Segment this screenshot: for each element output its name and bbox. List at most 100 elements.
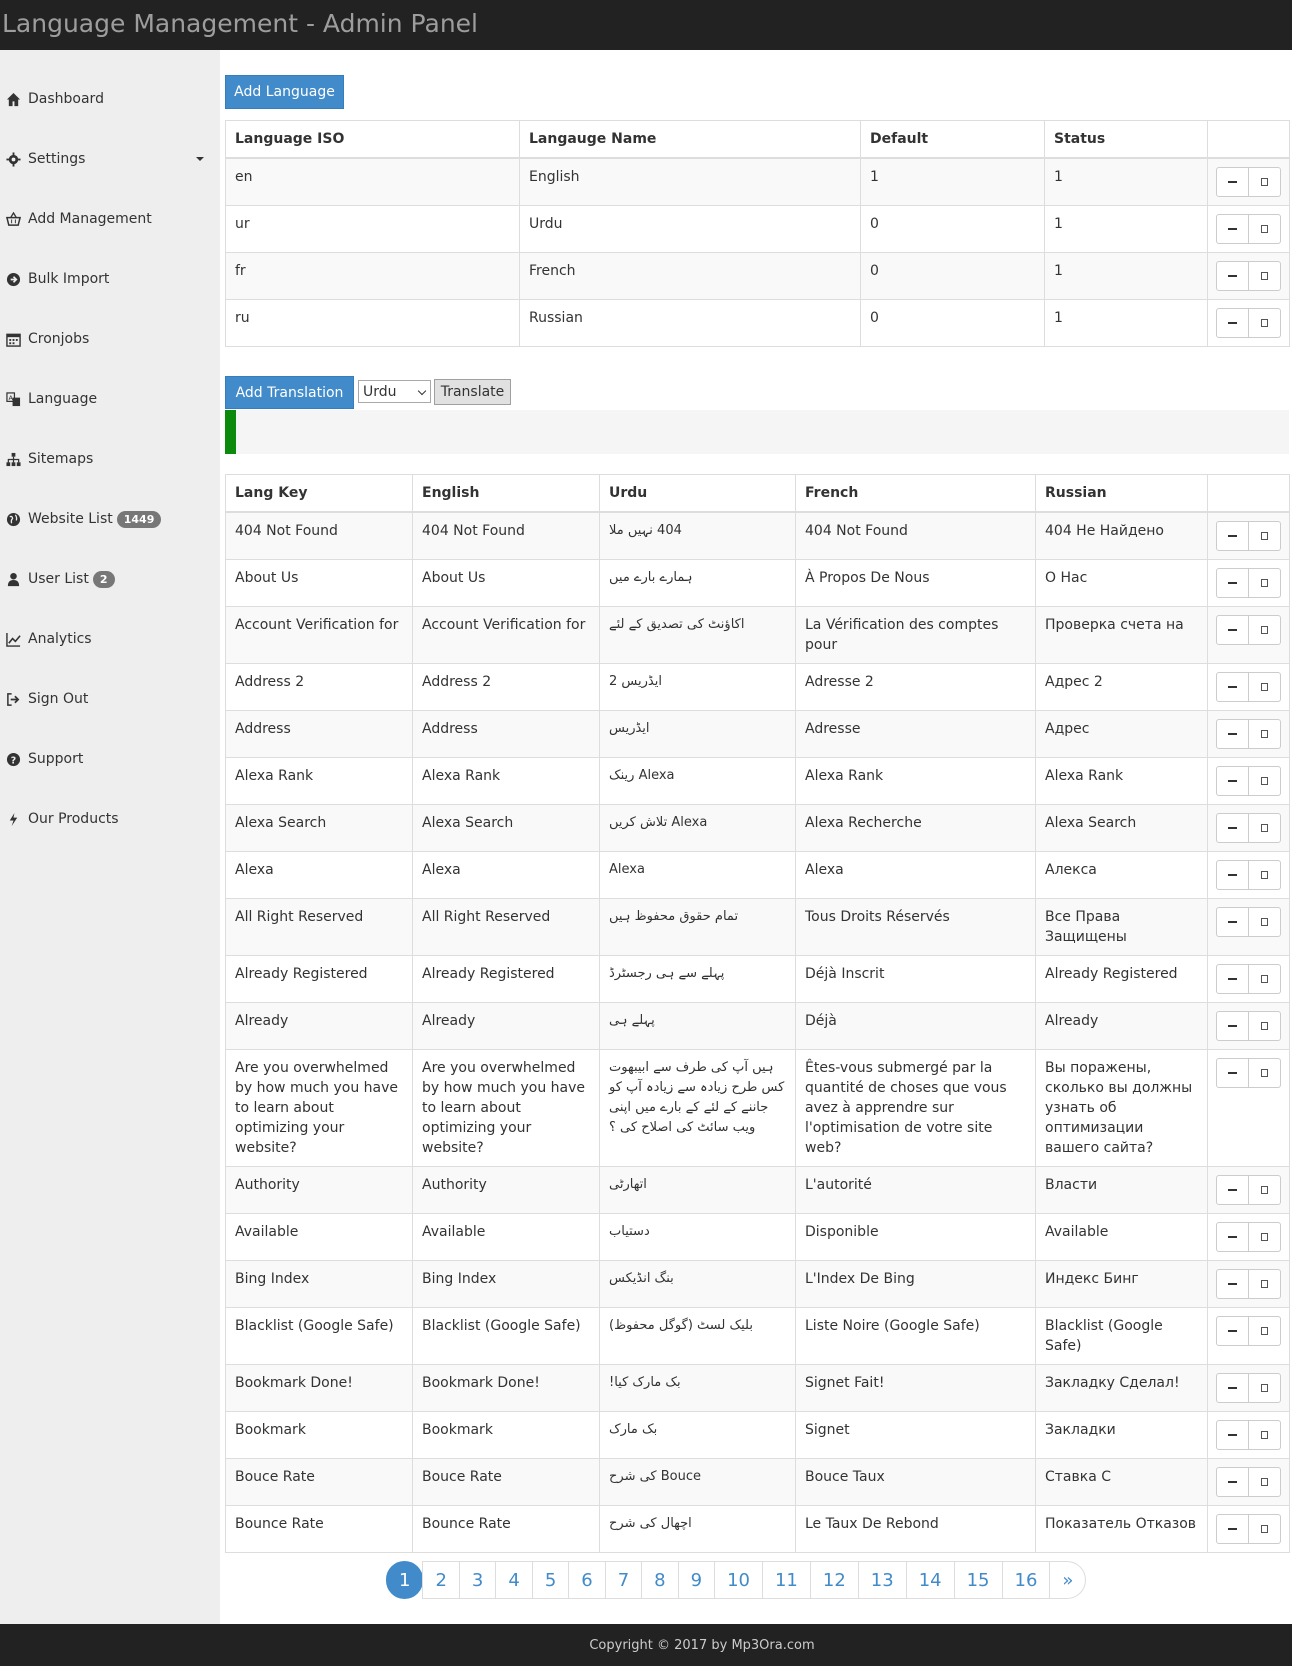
table-cell: Bookmark — [412, 1410, 600, 1459]
edit-button[interactable] — [1216, 859, 1249, 890]
page-link-15[interactable]: 15 — [953, 1561, 1003, 1599]
table-cell: 1 — [1044, 298, 1208, 347]
translate-button[interactable]: Translate — [434, 379, 511, 405]
sidebar-item-settings[interactable]: Settings — [0, 139, 220, 179]
sidebar-item-support[interactable]: ? Support — [0, 739, 220, 779]
edit-button[interactable] — [1216, 1174, 1249, 1205]
delete-button[interactable] — [1248, 718, 1281, 749]
sidebar-item-sign-out[interactable]: Sign Out — [0, 679, 220, 719]
page-link-4[interactable]: 4 — [495, 1561, 533, 1599]
page-link-11[interactable]: 11 — [761, 1561, 811, 1599]
page-link-5[interactable]: 5 — [531, 1561, 570, 1599]
page-link-1[interactable]: 1 — [386, 1561, 424, 1599]
edit-button[interactable] — [1216, 614, 1249, 645]
delete-button[interactable] — [1248, 614, 1281, 645]
translation-row: 404 Not Found 404 Not Found 404 نہیں ملا 40… — [225, 511, 1290, 560]
edit-button[interactable] — [1216, 1057, 1249, 1088]
table-cell: اکاؤنٹ کی تصدیق کے لئے — [599, 605, 796, 664]
language-select[interactable]: Urdu — [358, 380, 431, 403]
page-link-16[interactable]: 16 — [1001, 1561, 1051, 1599]
delete-button[interactable] — [1248, 166, 1281, 197]
edit-button[interactable] — [1216, 307, 1249, 338]
edit-button[interactable] — [1216, 260, 1249, 291]
row-actions — [1207, 1306, 1290, 1365]
delete-button[interactable] — [1248, 671, 1281, 702]
delete-button[interactable] — [1248, 765, 1281, 796]
sidebar-item-analytics[interactable]: Analytics — [0, 619, 220, 659]
delete-button[interactable] — [1248, 567, 1281, 598]
sidebar-item-bulk-import[interactable]: Bulk Import — [0, 259, 220, 299]
add-translation-button[interactable]: Add Translation — [225, 376, 354, 409]
delete-button[interactable] — [1248, 260, 1281, 291]
edit-button[interactable] — [1216, 567, 1249, 598]
delete-button[interactable] — [1248, 1010, 1281, 1041]
edit-icon — [1227, 732, 1237, 735]
edit-button[interactable] — [1216, 166, 1249, 197]
sidebar-item-label: Language — [28, 391, 98, 407]
edit-button[interactable] — [1216, 671, 1249, 702]
edit-button[interactable] — [1216, 1513, 1249, 1544]
delete-button[interactable] — [1248, 1174, 1281, 1205]
edit-button[interactable] — [1216, 1466, 1249, 1497]
page-link-14[interactable]: 14 — [905, 1561, 955, 1599]
edit-button[interactable] — [1216, 1221, 1249, 1252]
delete-button[interactable] — [1248, 1221, 1281, 1252]
delete-button[interactable] — [1248, 1513, 1281, 1544]
page-link-9[interactable]: 9 — [677, 1561, 716, 1599]
edit-button[interactable] — [1216, 1372, 1249, 1403]
sidebar-item-cronjobs[interactable]: Cronjobs — [0, 319, 220, 359]
edit-button[interactable] — [1216, 520, 1249, 551]
delete-icon — [1260, 318, 1268, 327]
row-action-group — [1216, 1419, 1281, 1450]
delete-button[interactable] — [1248, 963, 1281, 994]
edit-button[interactable] — [1216, 906, 1249, 937]
edit-button[interactable] — [1216, 765, 1249, 796]
edit-button[interactable] — [1216, 963, 1249, 994]
sidebar-item-language[interactable]: A Language — [0, 379, 220, 419]
edit-button[interactable] — [1216, 213, 1249, 244]
next-page-button[interactable]: » — [1049, 1561, 1087, 1599]
edit-button[interactable] — [1216, 718, 1249, 749]
table-cell: English — [519, 157, 861, 206]
delete-button[interactable] — [1248, 1466, 1281, 1497]
table-cell: Already — [412, 1001, 600, 1050]
edit-button[interactable] — [1216, 812, 1249, 843]
edit-button[interactable] — [1216, 1315, 1249, 1346]
delete-button[interactable] — [1248, 859, 1281, 890]
sidebar-item-sitemaps[interactable]: Sitemaps — [0, 439, 220, 479]
delete-button[interactable] — [1248, 1057, 1281, 1088]
edit-button[interactable] — [1216, 1010, 1249, 1041]
page-link-6[interactable]: 6 — [568, 1561, 606, 1599]
delete-button[interactable] — [1248, 307, 1281, 338]
row-action-group — [1216, 718, 1281, 749]
sidebar-item-website-list[interactable]: Website List 1449 — [0, 499, 220, 539]
sidebar-item-add-management[interactable]: Add Management — [0, 199, 220, 239]
sidebar-item-dashboard[interactable]: Dashboard — [0, 79, 220, 119]
delete-button[interactable] — [1248, 1315, 1281, 1346]
sidebar-item-user-list[interactable]: User List 2 — [0, 559, 220, 599]
edit-button[interactable] — [1216, 1419, 1249, 1450]
delete-button[interactable] — [1248, 213, 1281, 244]
sidebar-item-label: Add Management — [28, 211, 152, 227]
page-title: Language Management - Admin Panel — [2, 9, 478, 38]
table-cell: Adresse — [795, 709, 1036, 758]
sidebar-item-our-products[interactable]: Our Products — [0, 799, 220, 839]
page-link-8[interactable]: 8 — [641, 1561, 679, 1599]
page-link-3[interactable]: 3 — [458, 1561, 497, 1599]
add-language-button[interactable]: Add Language — [225, 75, 344, 109]
row-actions — [1207, 803, 1290, 852]
row-action-group — [1216, 567, 1281, 598]
page-link-7[interactable]: 7 — [604, 1561, 643, 1599]
delete-button[interactable] — [1248, 906, 1281, 937]
delete-button[interactable] — [1248, 1419, 1281, 1450]
edit-button[interactable] — [1216, 1268, 1249, 1299]
page-link-10[interactable]: 10 — [714, 1561, 763, 1599]
page-link-2[interactable]: 2 — [422, 1561, 460, 1599]
delete-button[interactable] — [1248, 520, 1281, 551]
page-link-12[interactable]: 12 — [809, 1561, 859, 1599]
delete-button[interactable] — [1248, 1268, 1281, 1299]
delete-button[interactable] — [1248, 812, 1281, 843]
delete-button[interactable] — [1248, 1372, 1281, 1403]
row-action-group — [1216, 1372, 1281, 1403]
page-link-13[interactable]: 13 — [857, 1561, 907, 1599]
